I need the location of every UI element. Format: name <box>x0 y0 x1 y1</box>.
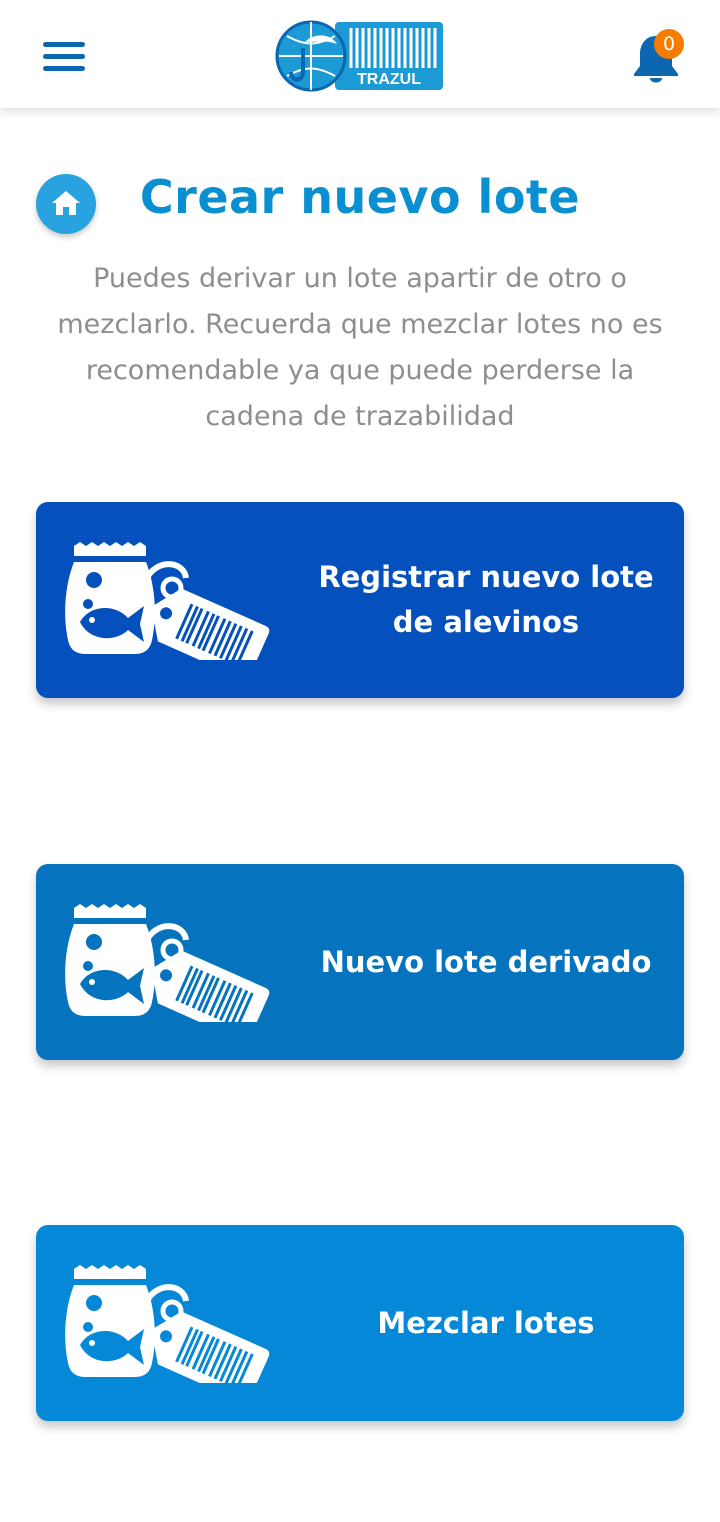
fish-bag-tag-icon <box>64 542 282 660</box>
action-label: Nuevo lote derivado <box>320 944 652 979</box>
hamburger-line <box>43 66 85 71</box>
trazul-logo: TRAZUL <box>275 20 443 92</box>
fish-bag-tag-icon <box>64 904 282 1022</box>
register-fingerling-batch-button[interactable]: Registrar nuevo lote de alevinos <box>36 502 684 698</box>
action-label: Registrar nuevo lote de alevinos <box>318 560 654 639</box>
page-description: Puedes derivar un lote apartir de otro o… <box>57 263 663 432</box>
fish-bag-tag-icon <box>64 1265 282 1383</box>
hamburger-line <box>43 42 85 47</box>
menu-button[interactable] <box>34 30 94 84</box>
page-title: Crear nuevo lote <box>139 170 581 224</box>
merge-batches-button[interactable]: Mezclar lotes <box>36 1225 684 1421</box>
derived-batch-button[interactable]: Nuevo lote derivado <box>36 864 684 1060</box>
notification-badge: 0 <box>654 29 684 59</box>
logo-text: TRAZUL <box>357 71 421 88</box>
top-app-bar: TRAZUL 0 <box>0 0 720 108</box>
hamburger-line <box>43 54 85 59</box>
action-label: Mezclar lotes <box>377 1305 595 1340</box>
